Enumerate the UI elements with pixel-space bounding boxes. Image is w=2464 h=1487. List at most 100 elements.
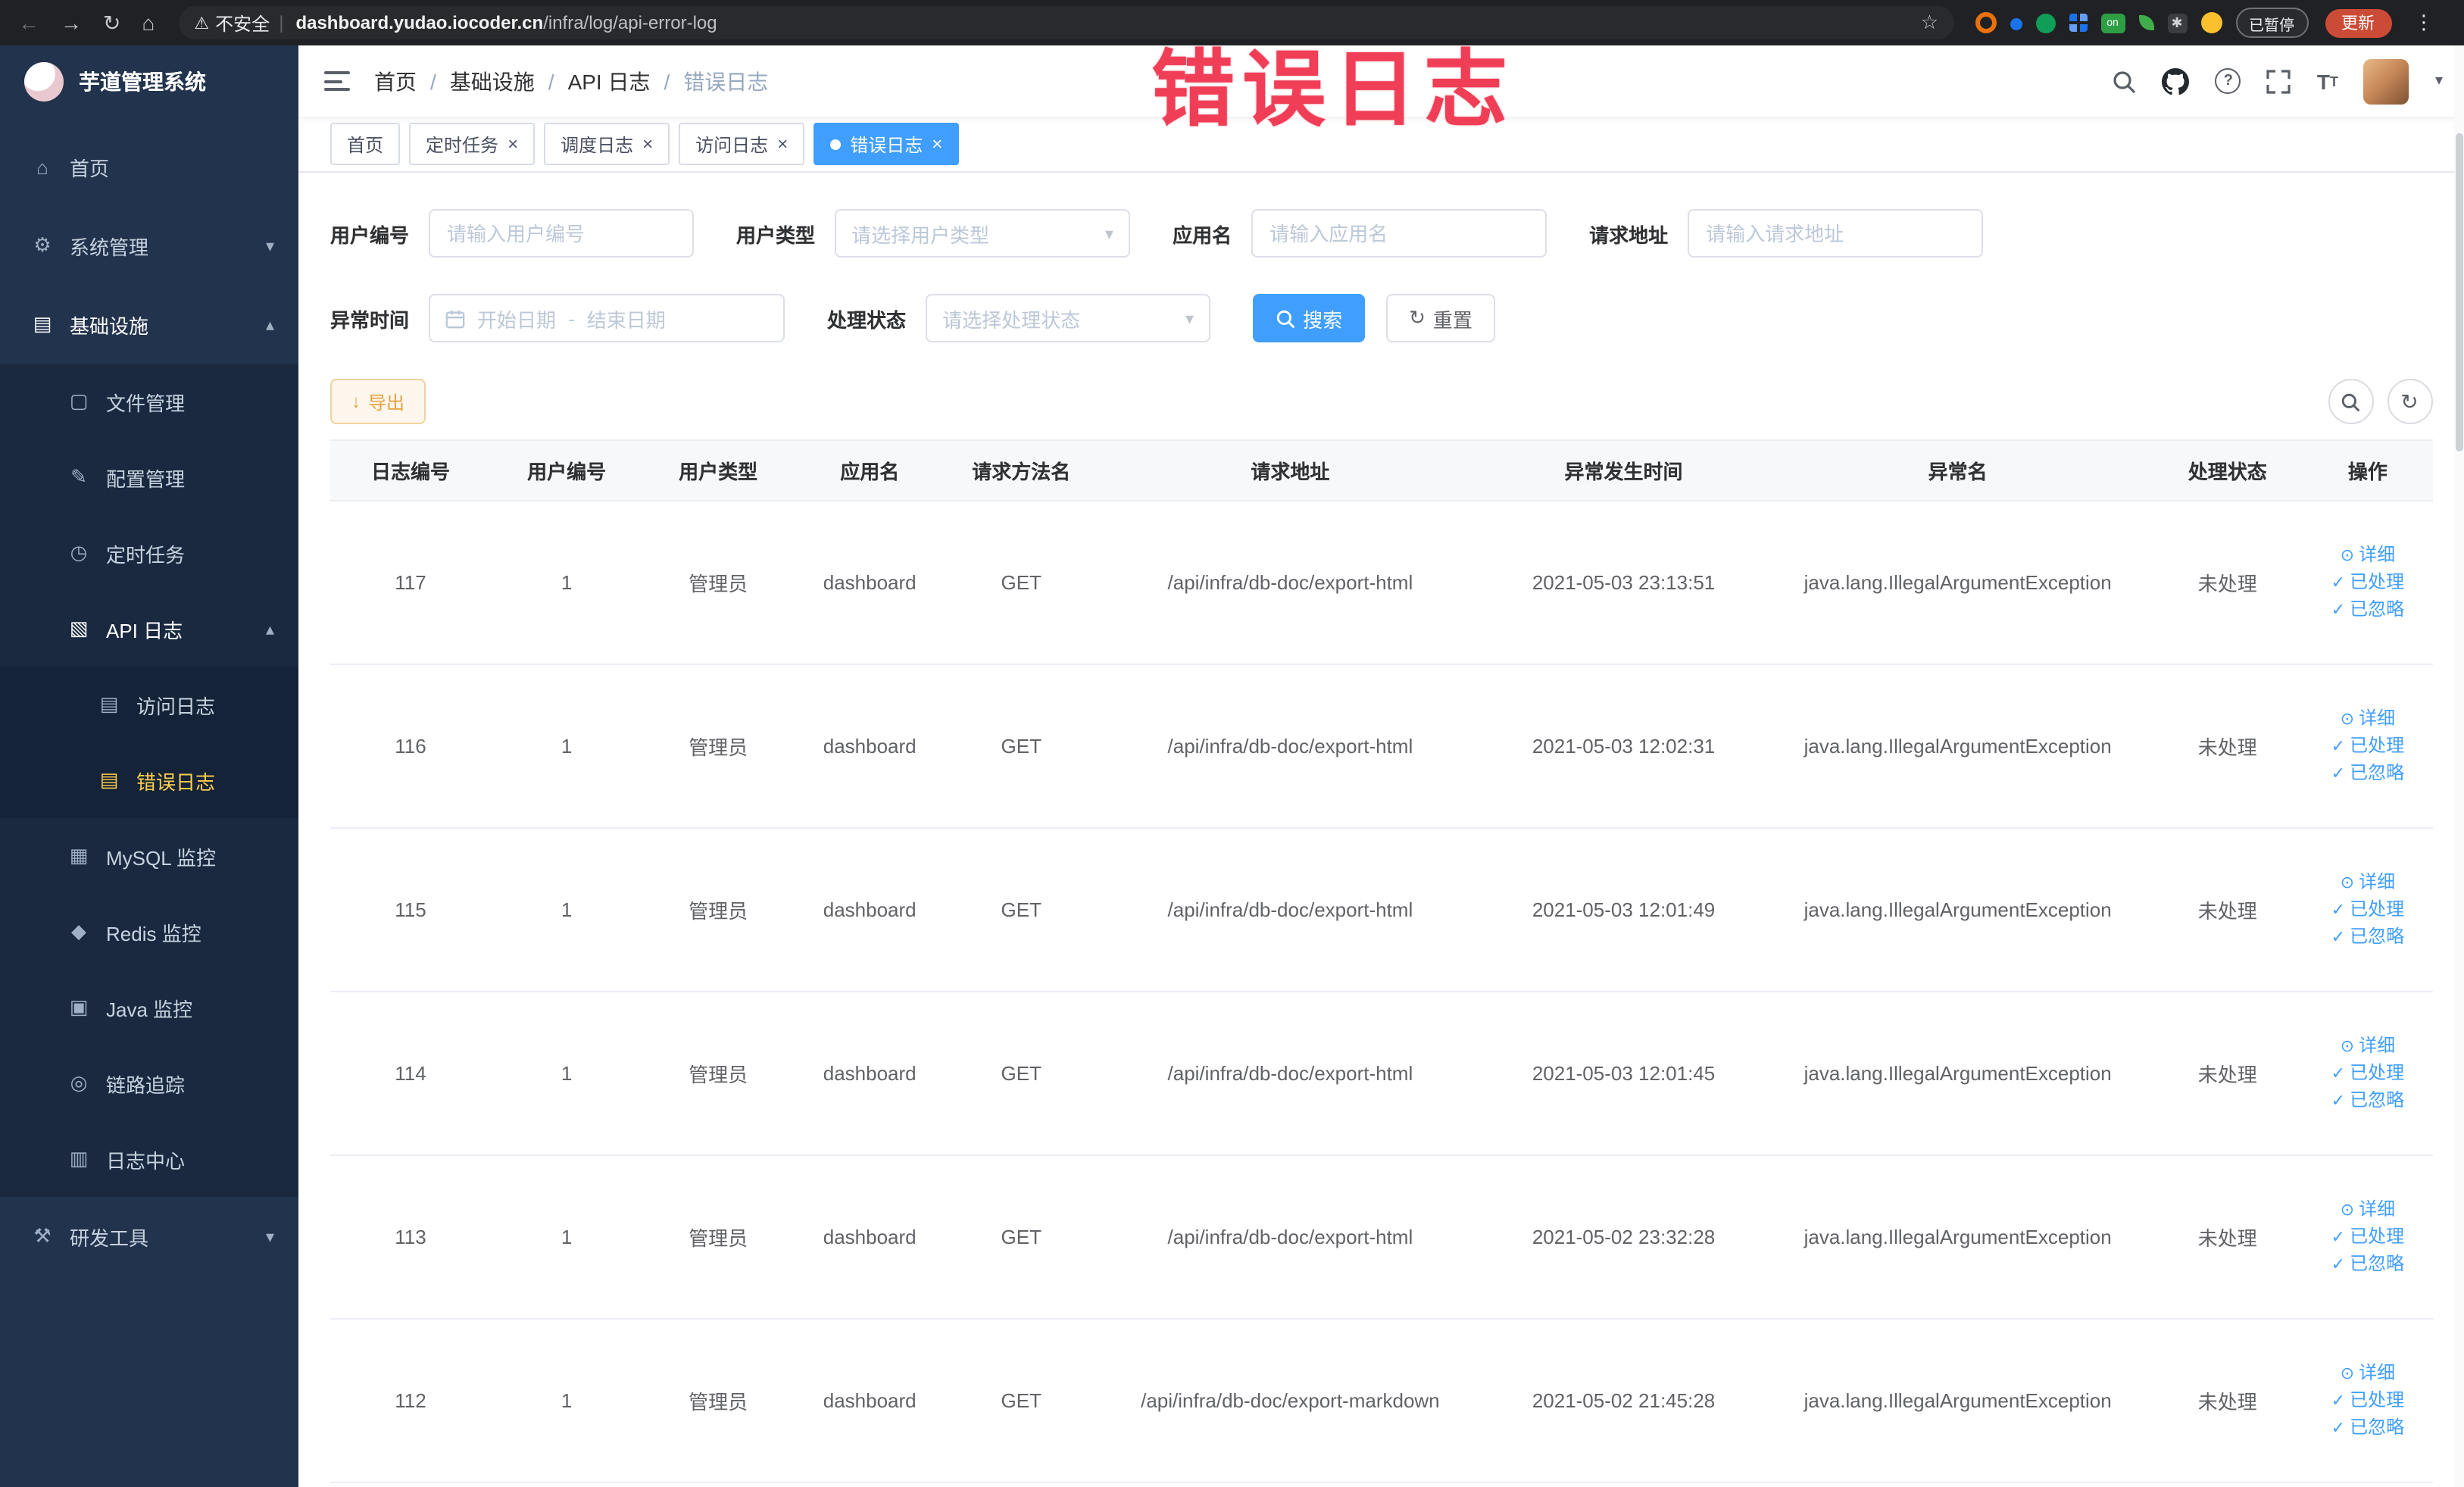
mark-ignored-link[interactable]: ✓ 已忽略 (2305, 760, 2431, 787)
detail-link[interactable]: ⊙ 详细 (2305, 705, 2431, 733)
detail-link[interactable]: ⊙ 详细 (2305, 1196, 2431, 1223)
font-size-icon[interactable]: TT (2317, 69, 2338, 93)
breadcrumb-item[interactable]: 基础设施 (450, 66, 535, 96)
tab-scheduled-tasks[interactable]: 定时任务 × (409, 123, 536, 165)
reset-button[interactable]: ↻ 重置 (1386, 294, 1495, 342)
active-tab-dot (830, 139, 842, 149)
breadcrumb-item[interactable]: API 日志 (568, 66, 651, 96)
sidebar-item-link-tracing[interactable]: ◎ 链路追踪 (0, 1045, 298, 1121)
mark-processed-link[interactable]: ✓ 已处理 (2305, 1223, 2431, 1251)
extension-icon[interactable] (2010, 18, 2022, 30)
sidebar-item-infrastructure[interactable]: ▤ 基础设施 ▴ (0, 285, 298, 364)
detail-link[interactable]: ⊙ 详细 (2305, 1360, 2431, 1387)
mark-ignored-link[interactable]: ✓ 已忽略 (2305, 923, 2431, 951)
tab-access-log[interactable]: 访问日志 × (679, 123, 805, 165)
exception-time-range-picker[interactable]: 开始日期 - 结束日期 (429, 294, 785, 342)
extension-icon[interactable] (2138, 15, 2153, 30)
export-button[interactable]: ↓ 导出 (330, 379, 426, 424)
sidebar-item-config-management[interactable]: ✎ 配置管理 (0, 439, 298, 515)
toggle-search-button[interactable] (2328, 379, 2373, 424)
browser-home-icon[interactable]: ⌂ (142, 11, 155, 35)
close-icon[interactable]: × (932, 135, 942, 153)
browser-reload-icon[interactable]: ↻ (103, 10, 120, 36)
table-row: 115 1 管理员 dashboard GET /api/infra/db-do… (330, 828, 2432, 992)
user-id-input[interactable] (429, 209, 695, 258)
user-type-select[interactable]: 请选择用户类型 ▾ (835, 209, 1131, 258)
exception-time-cell: 2021-05-02 21:45:28 (1483, 1319, 1764, 1483)
sidebar-item-java-monitor[interactable]: ▣ Java 监控 (0, 970, 298, 1045)
tab-error-log[interactable]: 错误日志 × (814, 123, 960, 165)
mark-processed-link[interactable]: ✓ 已处理 (2305, 1060, 2431, 1087)
address-bar[interactable]: ⚠ 不安全 | dashboard.yudao.iocoder.cn/infra… (179, 6, 1953, 39)
sidebar-item-dev-tools[interactable]: ⚒ 研发工具 ▾ (0, 1197, 298, 1276)
extension-icon[interactable] (1975, 12, 1996, 33)
table-row: 116 1 管理员 dashboard GET /api/infra/db-do… (330, 664, 2432, 829)
extension-icon[interactable]: ✱ (2167, 13, 2187, 33)
browser-forward-icon[interactable]: → (61, 11, 82, 35)
app-name-input[interactable] (1251, 209, 1547, 258)
process-status-select[interactable]: 请选择处理状态 ▾ (926, 294, 1211, 342)
extension-icon[interactable] (2069, 14, 2087, 32)
refresh-table-button[interactable]: ↻ (2387, 379, 2432, 424)
page-scrollbar[interactable] (2453, 45, 2464, 1487)
chevron-up-icon: ▴ (265, 316, 274, 334)
app-logo[interactable]: 芋道管理系统 (0, 45, 298, 118)
sidebar-item-log-center[interactable]: ▥ 日志中心 (0, 1121, 298, 1197)
url-domain: dashboard.yudao.iocoder.cn (295, 12, 544, 33)
check-icon: ✓ (2331, 1092, 2346, 1110)
mark-ignored-link[interactable]: ✓ 已忽略 (2305, 1251, 2431, 1278)
breadcrumb-item[interactable]: 首页 (374, 66, 417, 96)
browser-back-icon[interactable]: ← (18, 11, 39, 35)
sidebar-item-error-log[interactable]: ▤ 错误日志 (0, 742, 298, 818)
detail-link[interactable]: ⊙ 详细 (2305, 1032, 2431, 1060)
search-button[interactable]: 搜索 (1253, 294, 1366, 342)
sidebar-item-access-log[interactable]: ▤ 访问日志 (0, 667, 298, 742)
hamburger-icon[interactable] (324, 71, 350, 91)
smiley-extension-icon[interactable] (2200, 12, 2222, 33)
detail-link[interactable]: ⊙ 详细 (2305, 542, 2431, 569)
sidebar-item-system-management[interactable]: ⚙ 系统管理 ▾ (0, 206, 298, 285)
github-icon[interactable] (2162, 67, 2190, 95)
close-icon[interactable]: × (777, 135, 788, 153)
exception-time-cell: 2021-05-03 12:01:45 (1483, 992, 1764, 1156)
mark-processed-link[interactable]: ✓ 已处理 (2305, 1387, 2431, 1414)
avatar[interactable] (2363, 58, 2409, 104)
exception-name-cell: java.lang.IllegalArgumentException (1763, 1155, 2152, 1320)
fullscreen-icon[interactable] (2267, 69, 2291, 93)
detail-link[interactable]: ⊙ 详细 (2305, 869, 2431, 896)
search-icon (2341, 392, 2360, 411)
tab-schedule-log[interactable]: 调度日志 × (544, 123, 670, 165)
sidebar-item-api-log[interactable]: ▧ API 日志 ▴ (0, 591, 298, 667)
mark-ignored-link[interactable]: ✓ 已忽略 (2305, 1414, 2431, 1442)
request-url-cell: /api/infra/db-doc/export-html (1097, 664, 1484, 829)
chevron-down-icon: ▾ (1185, 310, 1195, 328)
sidebar-item-home[interactable]: ⌂ 首页 (0, 127, 298, 206)
help-icon[interactable]: ? (2215, 68, 2241, 94)
extension-on-badge[interactable]: on (2100, 13, 2125, 33)
tab-home[interactable]: 首页 (330, 123, 401, 165)
redis-icon: ◆ (71, 920, 86, 942)
close-icon[interactable]: × (507, 135, 518, 153)
sidebar-item-mysql-monitor[interactable]: ▦ MySQL 监控 (0, 818, 298, 894)
mark-processed-link[interactable]: ✓ 已处理 (2305, 896, 2431, 923)
extension-icon[interactable] (2035, 13, 2055, 33)
paused-badge[interactable]: 已暂停 (2235, 8, 2308, 38)
user-type-cell: 管理员 (642, 501, 795, 665)
mark-processed-link[interactable]: ✓ 已处理 (2305, 569, 2431, 596)
close-icon[interactable]: × (642, 135, 653, 153)
request-url-input[interactable] (1688, 209, 1984, 258)
mark-processed-link[interactable]: ✓ 已处理 (2305, 733, 2431, 760)
sidebar-item-scheduled-tasks[interactable]: ◷ 定时任务 (0, 515, 298, 591)
mark-ignored-link[interactable]: ✓ 已忽略 (2305, 596, 2431, 623)
mark-ignored-link[interactable]: ✓ 已忽略 (2305, 1087, 2431, 1114)
scrollbar-thumb[interactable] (2455, 133, 2462, 451)
column-header: 请求地址 (1097, 439, 1484, 501)
sidebar-item-file-management[interactable]: ▢ 文件管理 (0, 364, 298, 439)
check-icon: ✓ (2331, 901, 2346, 919)
browser-update-button[interactable]: 更新 (2325, 8, 2391, 37)
search-icon[interactable] (2113, 69, 2137, 93)
bookmark-star-icon[interactable]: ☆ (1921, 11, 1938, 35)
browser-menu-icon[interactable]: ⋮ (2414, 11, 2434, 35)
caret-down-icon[interactable]: ▾ (2435, 73, 2443, 89)
sidebar-item-redis-monitor[interactable]: ◆ Redis 监控 (0, 894, 298, 970)
